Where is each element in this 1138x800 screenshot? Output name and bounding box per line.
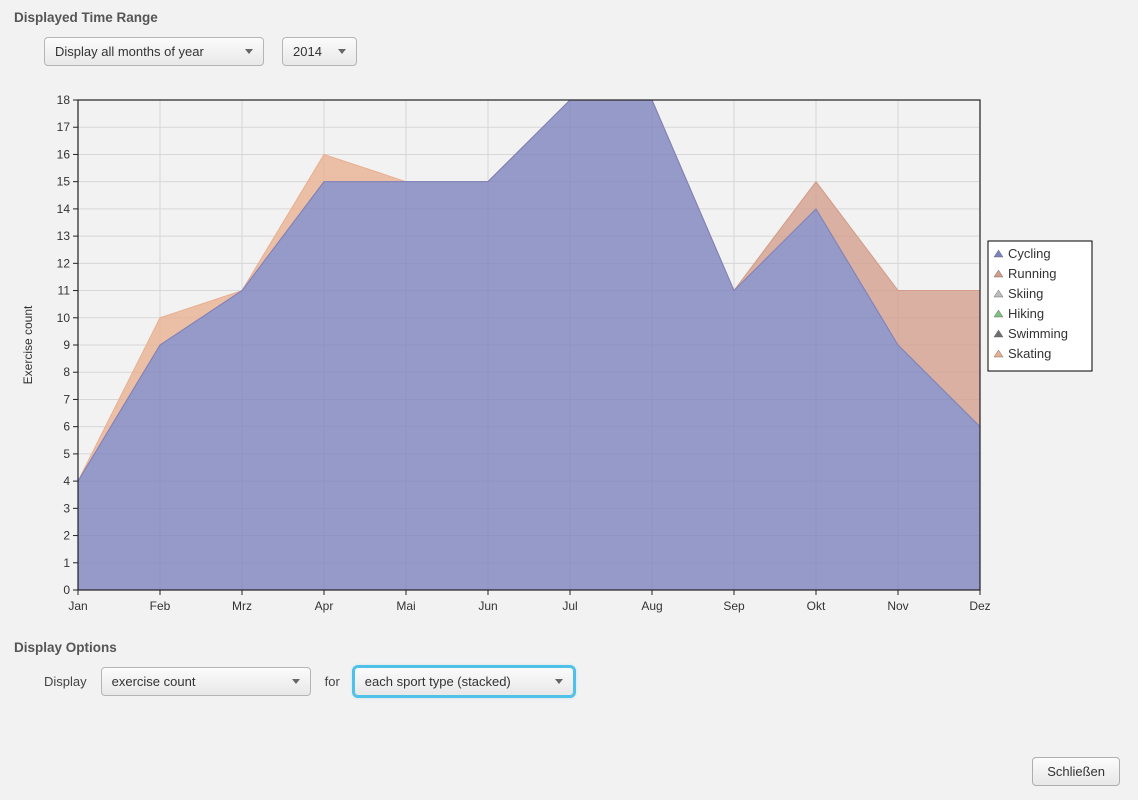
year-dropdown[interactable]: 2014 [282, 37, 357, 66]
svg-text:9: 9 [63, 338, 70, 352]
svg-text:Jan: Jan [68, 599, 87, 613]
svg-text:2: 2 [63, 529, 70, 543]
svg-text:Sep: Sep [723, 599, 745, 613]
svg-text:5: 5 [63, 447, 70, 461]
svg-text:10: 10 [57, 311, 71, 325]
svg-text:Mai: Mai [396, 599, 415, 613]
svg-text:16: 16 [57, 147, 71, 161]
svg-text:Exercise count: Exercise count [21, 305, 35, 384]
svg-text:Swimming: Swimming [1008, 326, 1068, 341]
period-dropdown[interactable]: Display all months of year [44, 37, 264, 66]
svg-text:Okt: Okt [807, 599, 826, 613]
svg-text:0: 0 [63, 583, 70, 597]
svg-text:18: 18 [57, 93, 71, 107]
chevron-down-icon [245, 49, 253, 54]
svg-text:1: 1 [63, 556, 70, 570]
svg-text:Cycling: Cycling [1008, 246, 1051, 261]
svg-text:Running: Running [1008, 266, 1056, 281]
exercise-chart: 0123456789101112131415161718JanFebMrzApr… [14, 90, 1110, 630]
display-options-section: Display Options Display exercise count f… [0, 640, 1138, 720]
svg-text:Skiing: Skiing [1008, 286, 1043, 301]
display-options-controls: Display exercise count for each sport ty… [44, 667, 1124, 696]
time-range-controls: Display all months of year 2014 [44, 37, 1124, 66]
svg-text:Nov: Nov [887, 599, 908, 613]
svg-text:6: 6 [63, 420, 70, 434]
svg-text:8: 8 [63, 365, 70, 379]
chevron-down-icon [555, 679, 563, 684]
time-range-title: Displayed Time Range [14, 10, 1124, 25]
svg-text:13: 13 [57, 229, 71, 243]
svg-text:Hiking: Hiking [1008, 306, 1044, 321]
for-label: for [325, 674, 340, 689]
close-button[interactable]: Schließen [1032, 757, 1120, 786]
metric-dropdown[interactable]: exercise count [101, 667, 311, 696]
svg-text:15: 15 [57, 175, 71, 189]
metric-dropdown-label: exercise count [112, 674, 196, 689]
svg-text:Feb: Feb [150, 599, 171, 613]
time-range-section: Displayed Time Range Display all months … [0, 0, 1138, 90]
svg-text:Apr: Apr [315, 599, 334, 613]
svg-text:11: 11 [58, 284, 71, 298]
svg-text:Skating: Skating [1008, 346, 1051, 361]
chart-area: 0123456789101112131415161718JanFebMrzApr… [14, 90, 1124, 630]
svg-text:17: 17 [57, 120, 71, 134]
svg-text:7: 7 [63, 392, 70, 406]
chevron-down-icon [292, 679, 300, 684]
svg-text:Jun: Jun [478, 599, 497, 613]
svg-text:4: 4 [63, 474, 70, 488]
svg-text:Mrz: Mrz [232, 599, 252, 613]
year-dropdown-label: 2014 [293, 44, 322, 59]
svg-text:Dez: Dez [969, 599, 990, 613]
display-label: Display [44, 674, 87, 689]
close-button-label: Schließen [1047, 764, 1105, 779]
svg-text:Jul: Jul [562, 599, 577, 613]
chevron-down-icon [338, 49, 346, 54]
svg-text:Aug: Aug [641, 599, 662, 613]
period-dropdown-label: Display all months of year [55, 44, 204, 59]
display-options-title: Display Options [14, 640, 1124, 655]
svg-text:3: 3 [63, 501, 70, 515]
grouping-dropdown[interactable]: each sport type (stacked) [354, 667, 574, 696]
svg-text:12: 12 [57, 256, 71, 270]
grouping-dropdown-label: each sport type (stacked) [365, 674, 511, 689]
dialog-actions: Schließen [1032, 757, 1120, 786]
svg-text:14: 14 [57, 202, 71, 216]
